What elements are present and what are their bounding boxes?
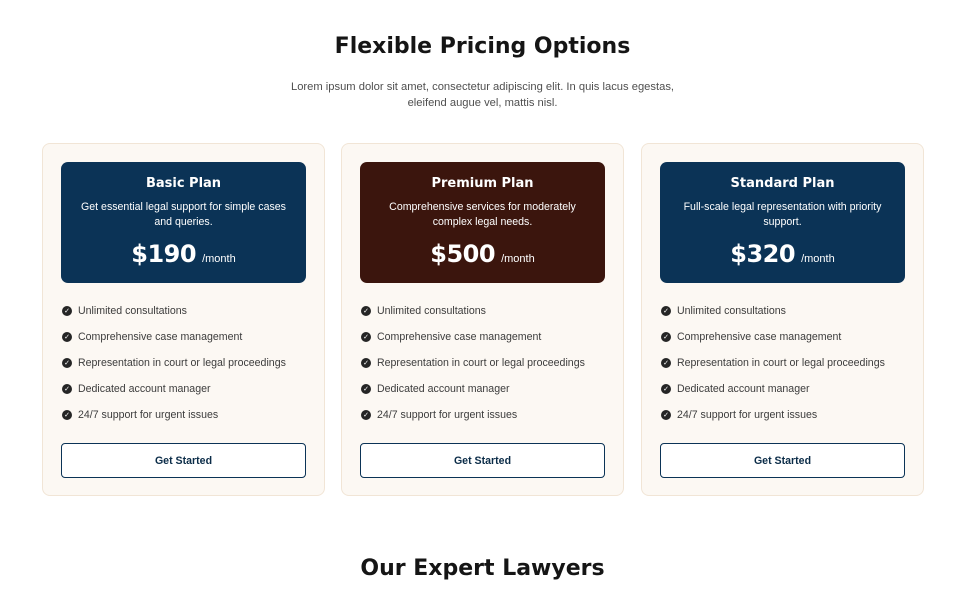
lawyers-section-title: Our Expert Lawyers (360, 556, 605, 581)
feature-item: ✓ Comprehensive case management (661, 324, 911, 350)
get-started-button[interactable]: Get Started (360, 443, 605, 478)
check-circle-icon: ✓ (62, 410, 72, 420)
pricing-card-premium: Premium Plan Comprehensive services for … (341, 143, 624, 496)
feature-item: ✓ Representation in court or legal procee… (361, 350, 611, 376)
feature-text: Dedicated account manager (78, 383, 211, 395)
get-started-button[interactable]: Get Started (61, 443, 306, 478)
feature-text: Unlimited consultations (78, 305, 187, 317)
feature-item: ✓ Dedicated account manager (62, 376, 312, 402)
feature-item: ✓ Representation in court or legal procee… (62, 350, 312, 376)
feature-item: ✓ Representation in court or legal procee… (661, 350, 911, 376)
check-circle-icon: ✓ (661, 306, 671, 316)
price-row: $500 /month (360, 240, 605, 268)
feature-list: ✓ Unlimited consultations ✓ Comprehensive … (661, 298, 911, 428)
feature-text: Comprehensive case management (377, 331, 542, 343)
feature-text: Representation in court or legal proceed… (78, 357, 286, 369)
check-circle-icon: ✓ (661, 332, 671, 342)
feature-item: ✓ 24/7 support for urgent issues (661, 402, 911, 428)
price-period: /month (202, 253, 236, 265)
feature-item: ✓ 24/7 support for urgent issues (361, 402, 611, 428)
plan-name: Basic Plan (145, 176, 222, 191)
plan-header: Premium Plan Comprehensive services for … (360, 162, 605, 283)
feature-item: ✓ 24/7 support for urgent issues (62, 402, 312, 428)
check-circle-icon: ✓ (62, 358, 72, 368)
get-started-button[interactable]: Get Started (660, 443, 905, 478)
check-circle-icon: ✓ (361, 332, 371, 342)
pricing-card-basic: Basic Plan Get essential legal support f… (42, 143, 325, 496)
check-circle-icon: ✓ (361, 384, 371, 394)
check-circle-icon: ✓ (361, 410, 371, 420)
check-circle-icon: ✓ (361, 358, 371, 368)
plan-name: Standard Plan (730, 176, 835, 191)
check-circle-icon: ✓ (361, 306, 371, 316)
feature-item: ✓ Unlimited consultations (62, 298, 312, 324)
feature-text: Dedicated account manager (677, 383, 810, 395)
feature-list: ✓ Unlimited consultations ✓ Comprehensive … (62, 298, 312, 428)
feature-item: ✓ Unlimited consultations (361, 298, 611, 324)
check-circle-icon: ✓ (661, 358, 671, 368)
feature-text: Unlimited consultations (377, 305, 486, 317)
feature-text: Comprehensive case management (677, 331, 842, 343)
check-circle-icon: ✓ (661, 410, 671, 420)
plan-header: Basic Plan Get essential legal support f… (61, 162, 306, 283)
check-circle-icon: ✓ (62, 384, 72, 394)
feature-item: ✓ Comprehensive case management (361, 324, 611, 350)
plan-description: Get essential legal support for simple c… (81, 201, 286, 228)
feature-item: ✓ Dedicated account manager (361, 376, 611, 402)
feature-text: Representation in court or legal proceed… (677, 357, 885, 369)
feature-item: ✓ Comprehensive case management (62, 324, 312, 350)
plan-name: Premium Plan (431, 176, 534, 191)
feature-text: 24/7 support for urgent issues (78, 409, 219, 421)
feature-text: Dedicated account manager (377, 383, 510, 395)
feature-list: ✓ Unlimited consultations ✓ Comprehensive … (361, 298, 611, 428)
feature-text: 24/7 support for urgent issues (377, 409, 518, 421)
price-period: /month (801, 253, 835, 265)
pricing-card-standard: Standard Plan Full-scale legal represent… (641, 143, 924, 496)
check-circle-icon: ✓ (62, 332, 72, 342)
plan-header: Standard Plan Full-scale legal represent… (660, 162, 905, 283)
plan-price: $500 (430, 240, 496, 268)
plan-description: Comprehensive services for moderately co… (389, 201, 576, 228)
price-period: /month (501, 253, 535, 265)
plan-price: $190 (131, 240, 197, 268)
price-row: $320 /month (660, 240, 905, 268)
pricing-section-title: Flexible Pricing Options (334, 34, 631, 59)
plan-price: $320 (730, 240, 796, 268)
check-circle-icon: ✓ (62, 306, 72, 316)
price-row: $190 /month (61, 240, 306, 268)
pricing-subtitle: Lorem ipsum dolor sit amet, consectetur … (290, 81, 675, 109)
plan-description: Full-scale legal representation with pri… (683, 201, 882, 228)
feature-item: ✓ Dedicated account manager (661, 376, 911, 402)
feature-text: Unlimited consultations (677, 305, 786, 317)
feature-text: Representation in court or legal proceed… (377, 357, 585, 369)
feature-text: Comprehensive case management (78, 331, 243, 343)
check-circle-icon: ✓ (661, 384, 671, 394)
feature-text: 24/7 support for urgent issues (677, 409, 818, 421)
feature-item: ✓ Unlimited consultations (661, 298, 911, 324)
